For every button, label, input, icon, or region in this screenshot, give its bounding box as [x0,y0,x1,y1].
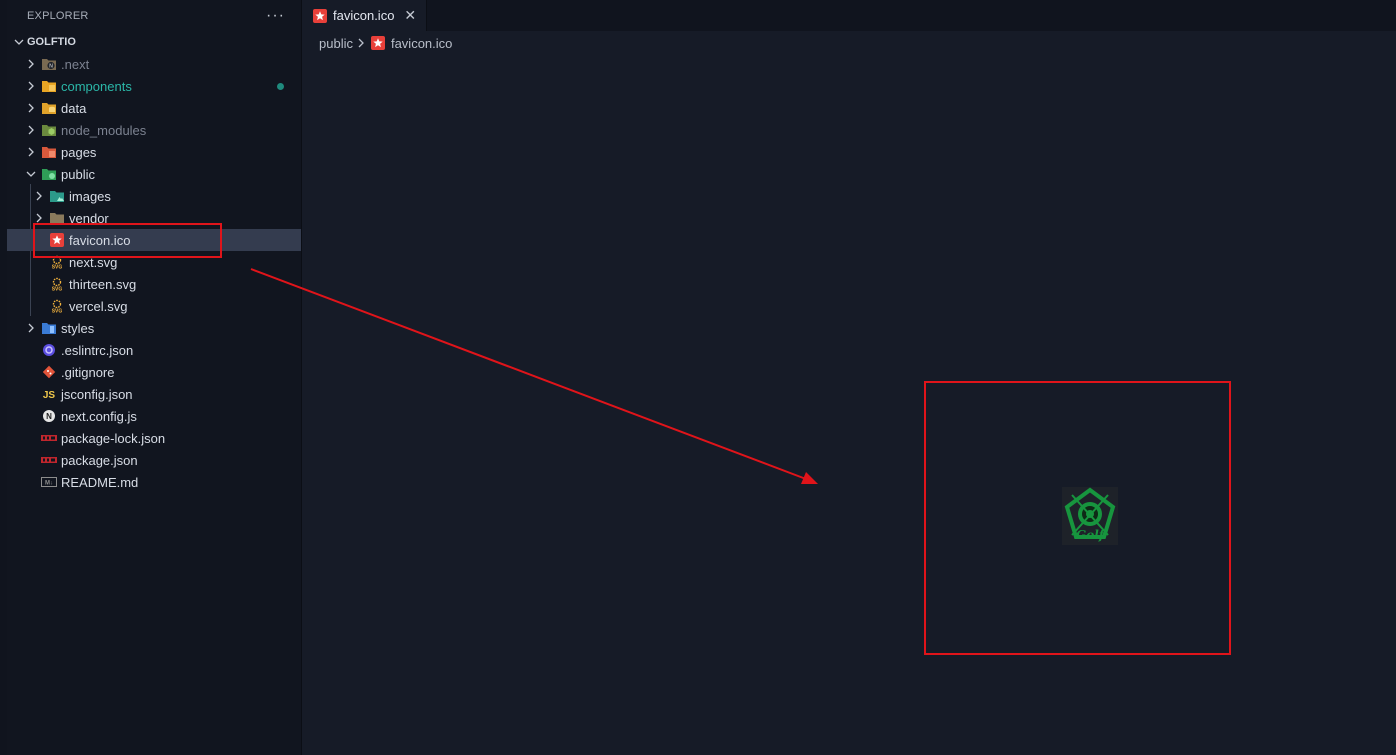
favicon-icon [313,8,327,23]
tree-item-label: package.json [61,452,138,468]
tree-item-label: images [69,188,111,204]
tree-item-data-folder[interactable]: data [7,97,301,119]
styles-folder-icon [41,320,57,336]
svg-text:SVG: SVG [52,287,63,292]
annotation-box-preview [924,381,1231,655]
chevron-right-icon [23,125,39,135]
svg-text:N: N [49,64,53,70]
markdown-icon: M↓ [41,474,57,490]
tab-favicon[interactable]: favicon.ico ✕ [303,0,428,31]
activity-bar-edge [0,0,7,755]
chevron-right-icon [23,59,39,69]
npm-icon [41,452,57,468]
tree-item-next-folder[interactable]: N .next [7,53,301,75]
tree-item-label: .gitignore [61,364,115,380]
tree-item-label: public [61,166,95,182]
svg-text:SVG: SVG [52,309,63,314]
tree-item-label: .next [61,56,90,72]
tree-item-label: next.config.js [61,408,137,424]
tree-item-images-folder[interactable]: images [7,185,301,207]
editor-tab-bar: favicon.ico ✕ [303,0,1396,31]
explorer-header: EXPLORER ··· [7,0,301,31]
tree-item-label: thirteen.svg [69,276,137,292]
next-icon: N [41,408,57,424]
eslint-icon [41,342,57,358]
svg-text:N: N [46,412,52,421]
tree-item-label: package-lock.json [61,430,166,446]
breadcrumb: public favicon.ico [319,33,452,53]
favicon-icon [370,36,385,50]
tree-item-components-folder[interactable]: components [7,75,301,97]
node-folder-icon [41,122,57,138]
chevron-right-icon [23,103,39,113]
tree-item-package-lock-file[interactable]: package-lock.json [7,427,301,449]
tree-item-gitignore-file[interactable]: .gitignore [7,361,301,383]
components-folder-icon [41,78,57,94]
breadcrumb-item-favicon[interactable]: favicon.ico [391,36,452,51]
workspace-root[interactable]: GOLFTIO [7,31,301,53]
tree-item-pages-folder[interactable]: pages [7,141,301,163]
images-folder-icon [49,188,65,204]
modified-indicator [277,83,284,90]
chevron-right-icon [23,323,39,333]
tree-item-vercel-svg-file[interactable]: SVG vercel.svg [7,295,301,317]
tree-item-thirteen-svg-file[interactable]: SVG thirteen.svg [7,273,301,295]
svg-text:JS: JS [43,390,56,401]
chevron-right-icon [23,81,39,91]
tree-item-next-config-file[interactable]: N next.config.js [7,405,301,427]
workspace-root-label: GOLFTIO [27,36,76,48]
close-icon[interactable]: ✕ [404,7,416,24]
tree-item-label: components [61,78,132,94]
svg-text:SVG: SVG [52,265,63,270]
annotation-box-file [33,223,222,258]
tree-item-label: data [61,100,87,116]
tree-item-label: pages [61,144,97,160]
chevron-down-icon [23,169,39,179]
chevron-down-icon [11,37,27,47]
explorer-sidebar: EXPLORER ··· GOLFTIO N .next components … [7,0,302,755]
tree-item-readme-file[interactable]: M↓ README.md [7,471,301,493]
tab-label: favicon.ico [333,8,395,23]
breadcrumb-item-public[interactable]: public [319,36,353,51]
chevron-right-icon [31,191,47,201]
data-folder-icon [41,100,57,116]
more-actions-icon[interactable]: ··· [266,7,285,25]
public-folder-icon [41,166,57,182]
chevron-right-icon [31,213,47,223]
tree-item-label: jsconfig.json [61,386,133,402]
tree-item-jsconfig-file[interactable]: JS jsconfig.json [7,383,301,405]
tree-item-label: node_modules [61,122,147,138]
svg-text:M↓: M↓ [45,481,53,487]
chevron-right-icon [23,147,39,157]
npm-icon [41,430,57,446]
next-folder-icon: N [41,56,57,72]
chevron-right-icon [356,38,366,48]
tree-item-package-file[interactable]: package.json [7,449,301,471]
svg-file-icon: SVG [49,276,65,292]
explorer-title: EXPLORER [27,9,89,22]
image-preview-area [303,56,1396,755]
tree-item-node-modules-folder[interactable]: node_modules [7,119,301,141]
js-icon: JS [41,386,57,402]
tree-item-styles-folder[interactable]: styles [7,317,301,339]
tree-item-public-folder[interactable]: public [7,163,301,185]
tree-item-label: vercel.svg [69,298,128,314]
git-icon [41,364,57,380]
tree-item-label: styles [61,320,95,336]
svg-file-icon: SVG [49,298,65,314]
tree-item-eslintrc-file[interactable]: .eslintrc.json [7,339,301,361]
pages-folder-icon [41,144,57,160]
tree-item-label: .eslintrc.json [61,342,134,358]
tree-item-label: README.md [61,474,139,490]
